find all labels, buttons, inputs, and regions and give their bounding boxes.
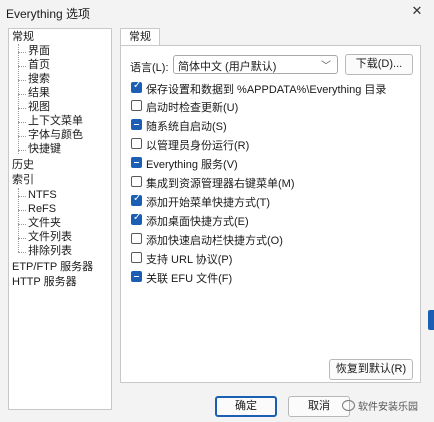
tree-item-label: HTTP 服务器 [12,276,77,288]
language-select[interactable]: 简体中文 (用户默认) ﹀ [173,55,338,74]
restore-default-button[interactable]: 恢复到默认(R) [329,359,413,380]
tree-item-label: ETP/FTP 服务器 [12,261,94,273]
tree-guide [18,52,26,53]
close-icon: ✕ [411,3,423,18]
checkbox[interactable] [131,119,142,130]
watermark: 软件安装乐园 [342,398,418,413]
checkbox[interactable] [131,138,142,149]
tree-item-label: 界面 [28,45,50,57]
checkbox[interactable] [131,212,142,225]
option-label: 添加开始菜单快捷方式(T) [146,197,271,209]
tree-item-label: NTFS [28,189,57,201]
tree-guide [18,44,19,154]
ok-button[interactable]: 确定 [215,396,277,417]
checkbox[interactable] [131,193,142,206]
tree-guide [18,224,26,225]
title-bar[interactable]: Everything 选项 ✕ [0,0,434,24]
tree-item-label: 文件夹 [28,217,61,229]
tree-guide [18,122,26,123]
download-button[interactable]: 下载(D)... [345,54,413,75]
language-label: 语言(L): [130,62,169,74]
option-label: 支持 URL 协议(P) [146,254,233,266]
tree-guide [18,150,26,151]
tree-item-label: 历史 [12,159,34,171]
option-label: 添加快速启动栏快捷方式(O) [146,235,283,247]
tree-item-label: 视图 [28,101,50,113]
checkbox[interactable] [131,176,142,187]
tree-item-label: 文件列表 [28,231,72,243]
tree-guide [18,252,26,253]
language-select-value: 简体中文 (用户默认) [178,61,277,73]
checkbox[interactable] [131,252,142,263]
tree-guide [18,210,26,211]
checkbox[interactable] [131,100,142,111]
checkbox[interactable] [131,233,142,244]
option-label: 保存设置和数据到 %APPDATA%\Everything 目录 [146,84,387,96]
window-title: Everything 选项 [6,7,91,21]
tree-guide [18,94,26,95]
category-tree[interactable]: 常规 界面 首页 搜索 结果 视图 上下文菜单 字体与颜色 快捷键 历史 索引 … [8,28,112,410]
tree-item-label: 搜索 [28,73,50,85]
option-label: 随系统自启动(S) [146,121,227,133]
checkbox[interactable] [131,80,142,93]
watermark-text: 软件安装乐园 [358,402,418,413]
tree-guide [18,238,26,239]
tree-guide [18,108,26,109]
chevron-down-icon: ﹀ [321,61,331,72]
tree-item-label: 上下文菜单 [28,115,83,127]
close-button[interactable]: ✕ [400,0,434,22]
tree-item-label: ReFS [28,203,57,215]
tree-item-label: 结果 [28,87,50,99]
checkbox[interactable] [131,271,142,282]
options-window: Everything 选项 ✕ 常规 界面 首页 搜索 结果 视图 上下文菜单 … [0,0,434,422]
cancel-button[interactable]: 取消 [288,396,350,417]
tree-item-label: 排除列表 [28,245,72,257]
tree-item-label: 快捷键 [28,143,61,155]
checkbox[interactable] [131,157,142,168]
option-label: 集成到资源管理器右键菜单(M) [146,178,295,190]
option-label: 关联 EFU 文件(F) [146,273,233,285]
tree-item-label: 首页 [28,59,50,71]
option-label: 以管理员身份运行(R) [146,140,250,152]
tree-guide [18,66,26,67]
tree-item-label: 字体与颜色 [28,129,83,141]
tree-guide [18,196,26,197]
option-label: Everything 服务(V) [146,159,238,171]
tree-item-label: 索引 [12,174,34,186]
tree-guide [18,188,19,252]
tree-guide [18,136,26,137]
wechat-icon [342,400,355,411]
tree-item-label: 常规 [12,31,34,43]
tab-general[interactable]: 常规 [120,28,160,46]
option-label: 添加桌面快捷方式(E) [146,216,249,228]
option-label: 启动时检查更新(U) [146,102,239,114]
edge-handle[interactable] [428,310,434,330]
tree-guide [18,80,26,81]
